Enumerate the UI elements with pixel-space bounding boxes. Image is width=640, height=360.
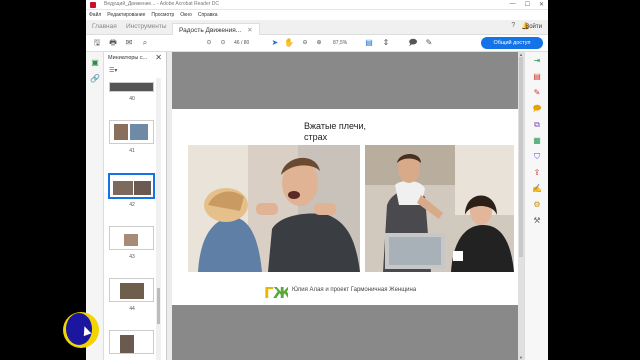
create-pdf-icon[interactable]: ▤ [532, 72, 542, 82]
scroll-mode-icon[interactable]: ⇕ [381, 38, 391, 48]
comment-tool-icon[interactable]: 🗩 [532, 104, 542, 114]
share-button-label: Общий доступ [493, 40, 531, 46]
page-current[interactable]: 46 [234, 40, 240, 46]
zoom-level[interactable]: 87,5% [333, 40, 347, 46]
page-fit-icon[interactable]: ▤ [364, 38, 374, 48]
menu-help[interactable]: Справка [198, 12, 218, 18]
thumbnail-panel-close-icon[interactable]: ✕ [155, 53, 162, 62]
project-logo: Г Ж [262, 282, 292, 302]
email-icon[interactable]: ✉ [124, 38, 134, 48]
next-page-area [172, 305, 518, 360]
print-icon[interactable]: 🖶 [108, 38, 118, 48]
zoom-in-icon[interactable]: ⊕ [314, 38, 324, 48]
acrobat-app-icon [90, 2, 96, 8]
next-page-icon[interactable]: ⊙ [218, 38, 228, 48]
tools-settings-icon[interactable]: ⚒ [532, 216, 542, 226]
thumbnail-label: 40 [129, 96, 135, 102]
tab-close-icon[interactable]: ✕ [247, 27, 252, 34]
page-number[interactable]: 46 / 80 [234, 40, 249, 46]
tab-document[interactable]: Радость Движения... ✕ [172, 23, 260, 35]
thumbnail-scrollbar[interactable] [156, 78, 161, 360]
export-pdf-icon[interactable]: ⇥ [532, 56, 542, 66]
menu-edit[interactable]: Редактирование [107, 12, 145, 18]
tab-home[interactable]: Главная [92, 23, 117, 30]
edit-pdf-icon[interactable]: ✎ [532, 88, 542, 98]
organize-icon[interactable]: ▦ [532, 136, 542, 146]
photo-shouting-man [188, 145, 360, 272]
prev-page-icon[interactable]: ⊙ [204, 38, 214, 48]
hand-tool-icon[interactable]: ✋ [284, 38, 294, 48]
sign-in-link[interactable]: Войти [525, 24, 542, 30]
thumbnail-label: 41 [129, 148, 135, 154]
close-window-button[interactable]: ✕ [539, 1, 544, 8]
select-tool-icon[interactable]: ➤ [270, 38, 280, 48]
right-tools-pane: ⇥ ▤ ✎ 🗩 ⧉ ▦ ⛉ ⇪ ✍ ⚙ ⚒ [524, 52, 548, 360]
menu-file[interactable]: Файл [89, 12, 101, 18]
slide-footer-text: Юлия Алая и проект Гармоничная Женщина [292, 287, 417, 293]
pen-icon[interactable]: ✎ [424, 38, 434, 48]
photo-boss-and-woman [365, 145, 514, 272]
send-icon[interactable]: ⇪ [532, 168, 542, 178]
document-view: Вжатые плечи, страх Г Ж Юлия Алая и прое… [167, 52, 524, 360]
tab-document-label: Радость Движения... [179, 27, 242, 34]
combine-icon[interactable]: ⧉ [532, 120, 542, 130]
help-icon[interactable]: ? [511, 22, 515, 30]
thumbnail-page[interactable] [109, 120, 154, 144]
thumbnail-label: 43 [129, 254, 135, 260]
slide-caption: Вжатые плечи, страх [304, 121, 366, 142]
thumbnail-page[interactable] [109, 278, 154, 302]
fill-sign-icon[interactable]: ✍ [532, 184, 542, 194]
share-button[interactable]: Общий доступ [481, 37, 543, 49]
tab-bar: Главная Инструменты Радость Движения... ✕… [86, 20, 548, 35]
thumbnail-page[interactable] [109, 82, 154, 92]
thumbnail-label: 44 [129, 306, 135, 312]
thumbnail-page[interactable] [109, 226, 154, 250]
toolbar: 🖫 🖶 ✉ ⌕ ⊙ ⊙ 46 / 80 ➤ ✋ ⊖ ⊕ 87,5% ▤ ⇕ 🗩 … [86, 35, 548, 52]
svg-text:Ж: Ж [273, 284, 288, 302]
zoom-out-icon[interactable]: ⊖ [300, 38, 310, 48]
thumbnail-options-icon[interactable]: ☰▾ [109, 67, 117, 74]
save-icon[interactable]: 🖫 [92, 38, 102, 48]
acrobat-window: Ведущий_Движение... - Adobe Acrobat Read… [86, 0, 548, 360]
comment-icon[interactable]: 🗩 [408, 38, 418, 48]
previous-page-area [172, 52, 518, 109]
menu-window[interactable]: Окно [180, 12, 192, 18]
menu-view[interactable]: Просмотр [151, 12, 174, 18]
page-total: / 80 [240, 40, 250, 46]
window-title: Ведущий_Движение... - Adobe Acrobat Read… [104, 1, 220, 7]
protect-icon[interactable]: ⛉ [532, 152, 542, 162]
maximize-button[interactable]: ☐ [525, 1, 530, 8]
pages-icon[interactable]: ▣ [90, 58, 100, 68]
thumbnail-scrollbar-thumb[interactable] [157, 288, 160, 324]
pdf-page: Вжатые плечи, страх Г Ж Юлия Алая и прое… [172, 109, 518, 305]
attachment-icon[interactable]: 🔗 [90, 74, 100, 84]
search-icon[interactable]: ⌕ [140, 38, 150, 48]
menu-bar: Файл Редактирование Просмотр Окно Справк… [86, 10, 548, 20]
thumbnail-panel-title: Миниатюры с... [108, 55, 148, 61]
thumbnail-page[interactable] [109, 330, 154, 354]
minimize-button[interactable]: — [510, 1, 516, 8]
title-bar: Ведущий_Движение... - Adobe Acrobat Read… [86, 0, 548, 10]
document-scrollbar-thumb[interactable] [519, 57, 523, 257]
tab-tools[interactable]: Инструменты [126, 23, 167, 30]
thumbnail-page-selected[interactable] [108, 173, 155, 199]
thumbnail-label: 42 [129, 202, 135, 208]
more-tools-icon[interactable]: ⚙ [532, 200, 542, 210]
thumbnail-panel: Миниатюры с... ✕ ☰▾ 40 41 42 43 44 [104, 52, 167, 360]
